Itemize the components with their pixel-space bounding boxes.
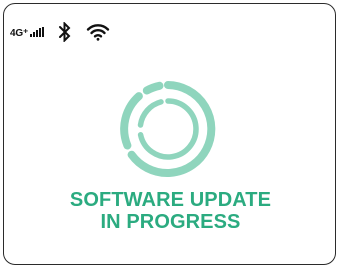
- status-bar: 4G⁺: [10, 20, 110, 44]
- outer-ring-segment: [127, 81, 216, 177]
- wifi-icon: [86, 24, 110, 41]
- signal-bars-icon: [30, 27, 45, 37]
- outer-ring-segment: [142, 81, 164, 95]
- progress-ring-icon: [120, 81, 216, 177]
- inner-ring-segment: [137, 99, 164, 128]
- bluetooth-icon: [59, 22, 71, 42]
- update-title-line2: IN PROGRESS: [100, 211, 241, 233]
- update-title-line1: SOFTWARE UPDATE: [69, 189, 272, 211]
- network-type-label: 4G⁺: [10, 27, 29, 39]
- outer-ring-segment: [120, 92, 143, 150]
